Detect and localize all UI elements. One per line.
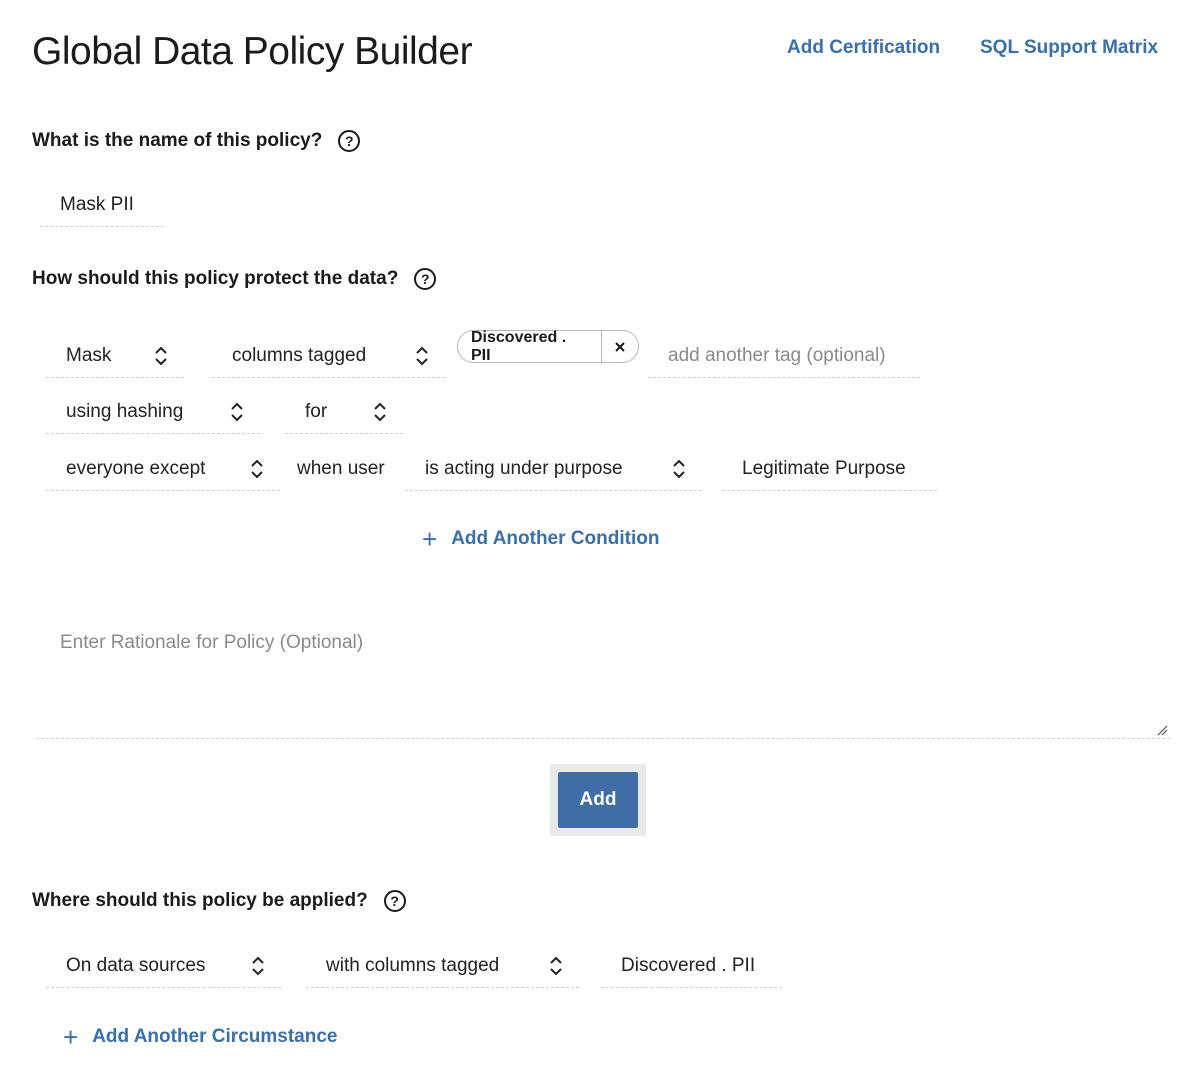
add-condition-button[interactable]: + Add Another Condition	[422, 526, 659, 552]
for-select-value: for	[305, 400, 328, 422]
add-certification-link[interactable]: Add Certification	[787, 37, 940, 59]
add-circumstance-label: Add Another Circumstance	[92, 1026, 338, 1047]
plus-icon: +	[63, 1022, 79, 1052]
action-select[interactable]: Mask	[46, 334, 184, 378]
add-tag-input[interactable]: add another tag (optional)	[648, 334, 920, 378]
page-title: Global Data Policy Builder	[32, 30, 473, 73]
chevron-up-down-icon	[416, 346, 428, 365]
sql-support-matrix-link[interactable]: SQL Support Matrix	[980, 37, 1158, 59]
method-select[interactable]: using hashing	[46, 390, 260, 434]
tag-chip: Discovered . PII	[457, 329, 639, 364]
question-circle-icon[interactable]: ?	[383, 890, 406, 912]
condition-select[interactable]: is acting under purpose	[405, 447, 702, 491]
sources-select-value: On data sources	[66, 954, 206, 976]
filter-select[interactable]: with columns tagged	[306, 944, 579, 988]
question-circle-icon[interactable]: ?	[414, 268, 437, 290]
add-circumstance-button[interactable]: + Add Another Circumstance	[63, 1024, 337, 1050]
target-select-value: columns tagged	[232, 344, 367, 366]
when-user-label: when user	[297, 458, 385, 479]
chevron-up-down-icon	[374, 402, 386, 421]
scope-select-value: everyone except	[66, 457, 206, 479]
resize-grip-icon[interactable]	[1156, 724, 1168, 736]
apply-question: Where should this policy be applied? ?	[32, 890, 406, 912]
apply-question-label: Where should this policy be applied?	[32, 890, 368, 911]
add-button-focus-ring: Add	[550, 764, 646, 836]
chevron-up-down-icon	[155, 346, 167, 365]
protect-question-label: How should this policy protect the data?	[32, 268, 399, 289]
method-select-value: using hashing	[66, 400, 184, 422]
for-select[interactable]: for	[285, 390, 403, 434]
target-select[interactable]: columns tagged	[212, 334, 445, 378]
close-icon[interactable]	[602, 331, 638, 362]
add-condition-label: Add Another Condition	[451, 528, 660, 549]
policy-name-question: What is the name of this policy? ?	[32, 130, 361, 152]
action-select-value: Mask	[66, 344, 112, 366]
purpose-input[interactable]: Legitimate Purpose	[722, 447, 937, 491]
tag-chip-label: Discovered . PII	[458, 329, 603, 364]
add-button[interactable]: Add	[558, 772, 638, 828]
chevron-up-down-icon	[252, 956, 264, 975]
question-circle-icon[interactable]: ?	[338, 130, 361, 152]
filter-select-value: with columns tagged	[326, 954, 500, 976]
rationale-textarea[interactable]: Enter Rationale for Policy (Optional)	[36, 612, 1170, 739]
scope-select[interactable]: everyone except	[46, 447, 280, 491]
policy-name-field[interactable]: Mask PII	[40, 183, 164, 227]
plus-icon: +	[422, 524, 438, 554]
chevron-up-down-icon	[673, 459, 685, 478]
apply-tag-input[interactable]: Discovered . PII	[601, 944, 782, 988]
sources-select[interactable]: On data sources	[46, 944, 281, 988]
purpose-value: Legitimate Purpose	[742, 457, 906, 479]
chevron-up-down-icon	[550, 956, 562, 975]
chevron-up-down-icon	[231, 402, 243, 421]
chevron-up-down-icon	[251, 459, 263, 478]
policy-name-question-label: What is the name of this policy?	[32, 130, 323, 151]
add-tag-placeholder: add another tag (optional)	[668, 344, 886, 366]
rationale-placeholder: Enter Rationale for Policy (Optional)	[60, 632, 364, 653]
condition-select-value: is acting under purpose	[425, 457, 623, 479]
apply-tag-value: Discovered . PII	[621, 954, 756, 976]
policy-name-value: Mask PII	[60, 193, 134, 215]
protect-question: How should this policy protect the data?…	[32, 268, 437, 290]
